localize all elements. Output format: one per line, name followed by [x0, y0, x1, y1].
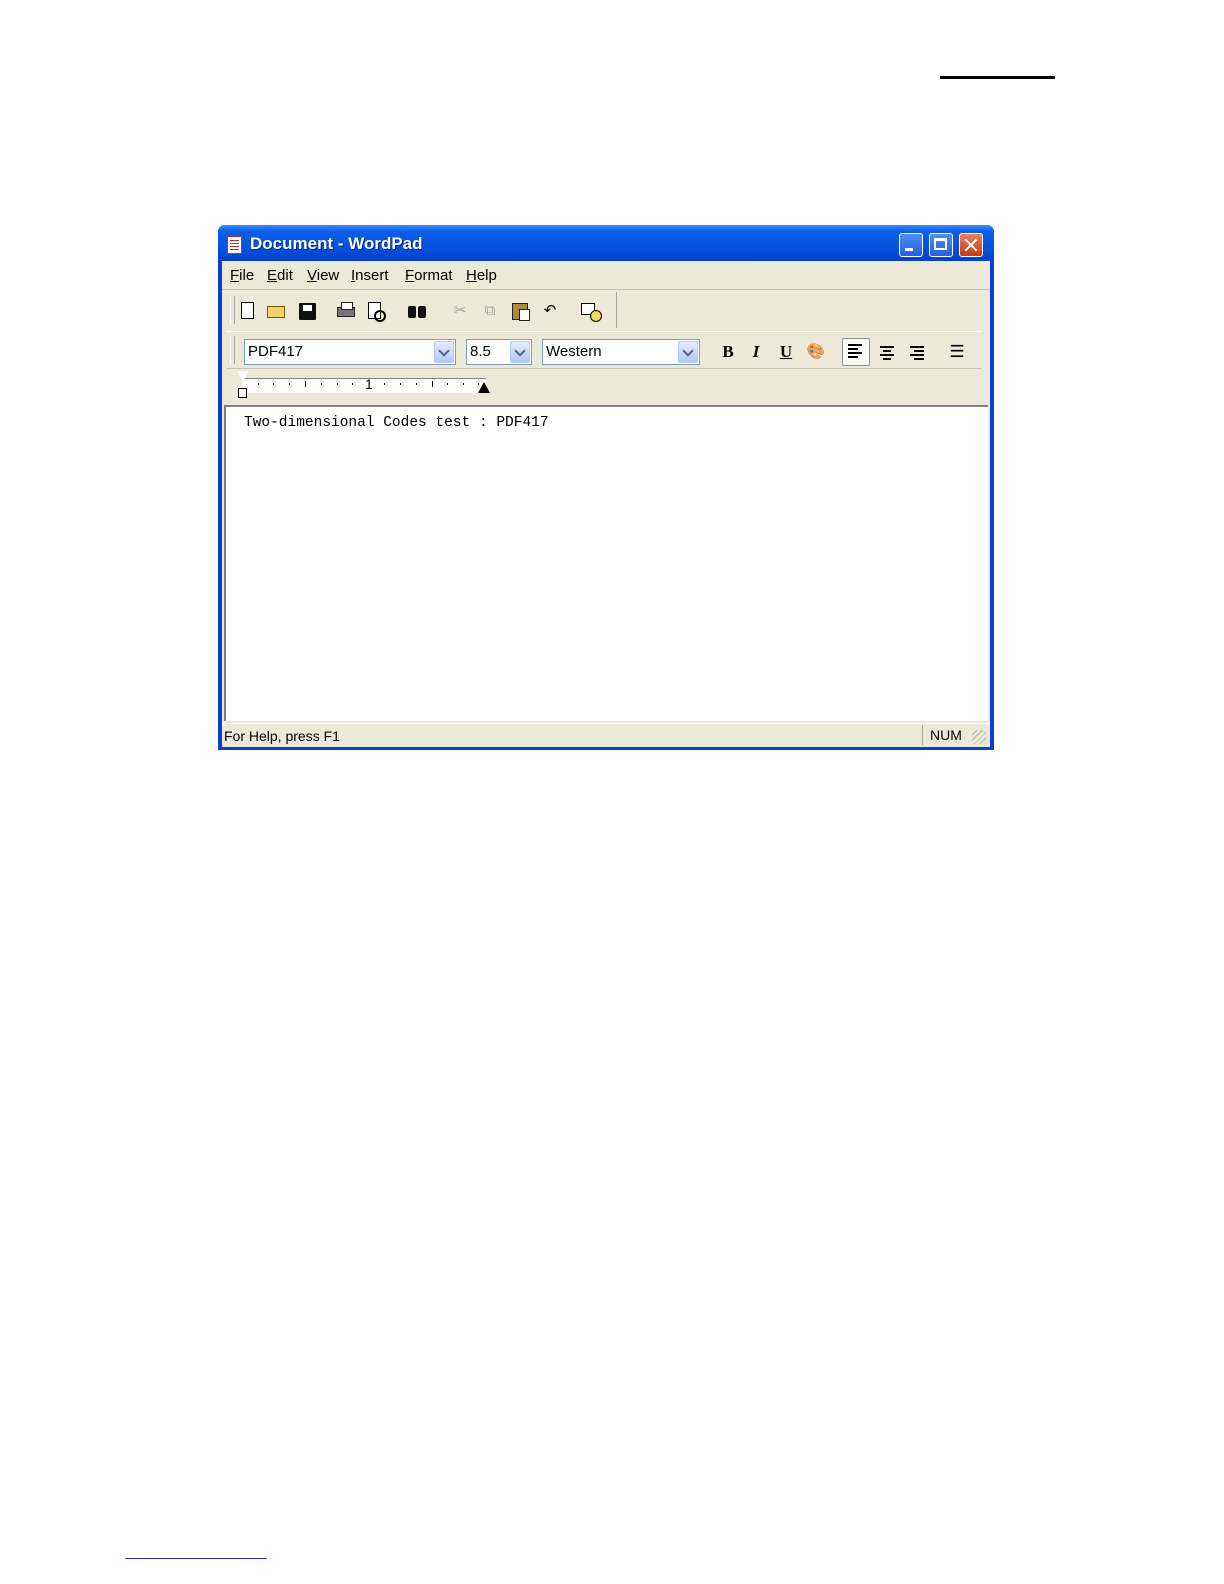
document-editor[interactable]: Two-dimensional Codes test : PDF417 [224, 405, 988, 721]
ruler-strip: 1 [242, 376, 486, 393]
underline-button[interactable]: U [775, 341, 797, 363]
open-icon[interactable] [266, 301, 286, 321]
first-line-indent-marker[interactable] [237, 371, 249, 381]
find-icon[interactable] [407, 301, 427, 321]
bold-button[interactable]: B [717, 341, 739, 363]
undo-icon[interactable]: ↶ [540, 301, 560, 321]
bullets-icon[interactable]: ☰ [946, 341, 968, 363]
right-indent-marker[interactable] [478, 382, 490, 393]
ruler[interactable]: 1 [222, 370, 990, 403]
ruler-dot [321, 383, 322, 385]
wordpad-app-icon[interactable] [227, 236, 242, 254]
chevron-down-icon[interactable] [678, 341, 698, 363]
menu-file[interactable]: File [230, 267, 254, 284]
menu-insert[interactable]: Insert [351, 267, 389, 284]
print-preview-icon[interactable] [366, 301, 386, 322]
italic-button[interactable]: I [745, 341, 767, 363]
date-time-icon[interactable] [579, 301, 602, 322]
maximize-button[interactable] [929, 233, 953, 257]
chevron-down-icon[interactable] [510, 341, 530, 363]
font-size-combo[interactable]: 8.5 [466, 339, 532, 365]
ruler-dot [273, 383, 274, 385]
wordpad-window: Document - WordPad File Edit View Insert… [218, 225, 994, 750]
font-size-value: 8.5 [470, 343, 491, 360]
align-center-icon [880, 346, 894, 361]
resize-grip-icon[interactable] [972, 730, 986, 744]
chevron-down-icon[interactable] [434, 341, 454, 363]
menu-view[interactable]: View [307, 267, 339, 284]
new-icon[interactable] [238, 301, 258, 321]
format-bar: PDF417 8.5 Western B I U 🎨 ☰ [226, 331, 982, 369]
ruler-tick [305, 381, 306, 387]
document-text[interactable]: Two-dimensional Codes test : PDF417 [244, 415, 549, 431]
font-script-value: Western [546, 343, 602, 360]
ruler-dot [289, 383, 290, 385]
standard-toolbar: ✂ ⧉ ↶ [226, 292, 617, 328]
align-left-icon [848, 344, 862, 359]
left-indent-marker[interactable] [238, 388, 247, 398]
paste-icon[interactable] [510, 301, 530, 321]
align-right-icon [910, 346, 924, 361]
ruler-dot [447, 383, 448, 385]
ruler-dot [400, 383, 401, 385]
menu-help[interactable]: Help [466, 267, 497, 284]
ruler-dot [463, 383, 464, 385]
ruler-dot [384, 383, 385, 385]
toolbar-grip[interactable] [230, 296, 235, 324]
page-footer-rule [125, 1558, 267, 1559]
title-bar[interactable]: Document - WordPad [218, 225, 994, 261]
menu-edit[interactable]: Edit [267, 267, 293, 284]
cut-icon[interactable]: ✂ [450, 301, 470, 321]
close-button[interactable] [959, 233, 983, 257]
client-area: File Edit View Insert Format Help ✂ ⧉ ↶ … [222, 261, 990, 747]
ruler-dot [416, 383, 417, 385]
ruler-dot [258, 383, 259, 385]
window-title: Document - WordPad [250, 234, 423, 253]
status-help-text: For Help, press F1 [224, 728, 340, 744]
ruler-number: 1 [365, 376, 373, 392]
ruler-dot [337, 383, 338, 385]
menu-bar: File Edit View Insert Format Help [222, 261, 990, 290]
page-header-rule [940, 76, 1055, 79]
save-icon[interactable] [297, 301, 317, 321]
minimize-button[interactable] [899, 233, 923, 257]
align-left-button[interactable] [842, 338, 870, 366]
num-lock-indicator: NUM [922, 725, 969, 745]
menu-format[interactable]: Format [405, 267, 453, 284]
status-bar: For Help, press F1 NUM [222, 723, 990, 748]
ruler-tick [432, 381, 433, 387]
font-name-value: PDF417 [248, 343, 304, 360]
align-right-button[interactable] [906, 341, 928, 363]
align-center-button[interactable] [876, 341, 898, 363]
font-name-combo[interactable]: PDF417 [244, 339, 456, 365]
print-icon[interactable] [336, 301, 356, 321]
ruler-dot [352, 383, 353, 385]
color-palette-icon[interactable]: 🎨 [805, 341, 827, 363]
copy-icon[interactable]: ⧉ [480, 301, 500, 321]
font-script-combo[interactable]: Western [542, 339, 700, 365]
format-bar-grip[interactable] [230, 336, 235, 364]
